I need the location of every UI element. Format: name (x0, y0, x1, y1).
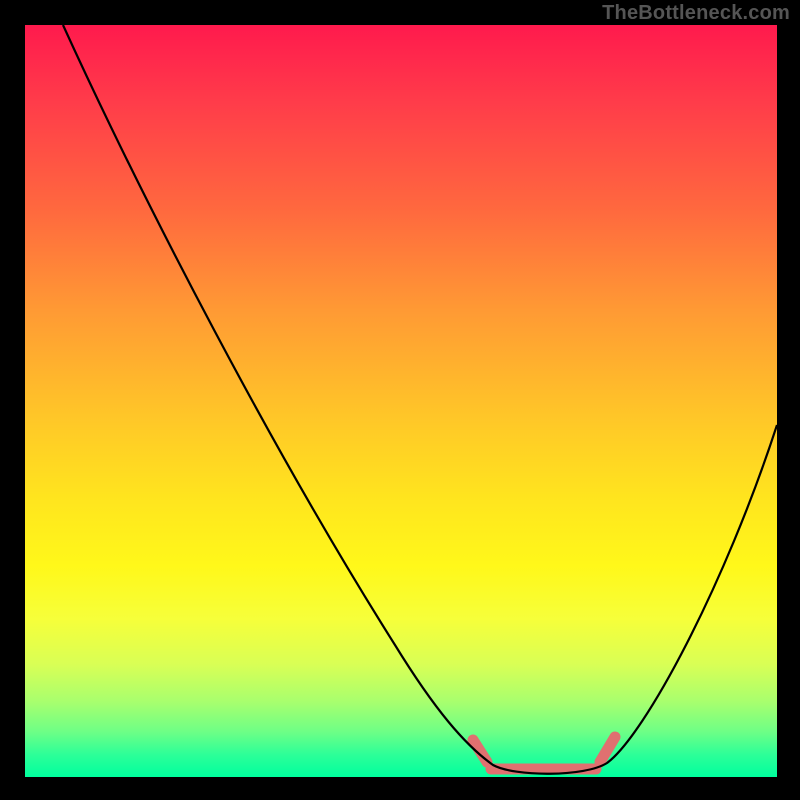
chart-stage: TheBottleneck.com (0, 0, 800, 800)
highlight-band (473, 737, 615, 769)
watermark-text: TheBottleneck.com (602, 2, 790, 25)
bottleneck-curve (63, 25, 777, 774)
curve-layer (25, 25, 777, 777)
plot-area (25, 25, 777, 777)
